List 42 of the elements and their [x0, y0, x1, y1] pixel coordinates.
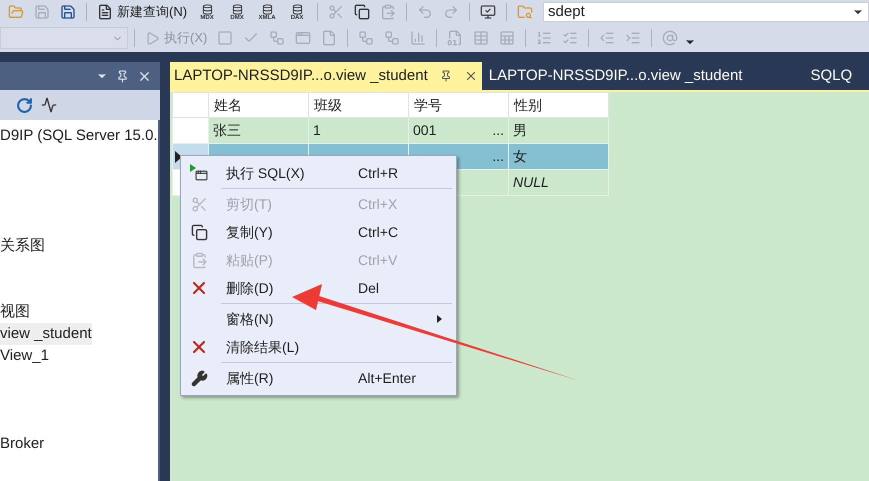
pin-icon[interactable] [116, 70, 129, 82]
wrench-icon [190, 370, 208, 386]
new-query-button[interactable]: 新建查询(N) [93, 1, 192, 23]
column-header[interactable]: 班级 [308, 92, 408, 118]
table-cell-text: 女 [513, 147, 527, 166]
ellipsis-button[interactable]: ... [492, 146, 504, 167]
grid-row[interactable]: 张三 1 001 ... 男 [172, 118, 608, 144]
run-window-icon [190, 164, 208, 182]
scissors-icon [190, 196, 208, 212]
menu-item[interactable]: 执行 SQL(X) Ctrl+R [181, 159, 456, 187]
document-tab[interactable]: LAPTOP-NRSSD9IP...o.view _student [170, 62, 482, 90]
menu-item[interactable]: 删除(D) Del [181, 274, 456, 302]
document-tab[interactable]: LAPTOP-NRSSD9IP...o.view _student [484, 62, 746, 90]
document-tab[interactable]: SQLQ [806, 62, 856, 90]
menu-item[interactable]: 清除结果(L) [181, 333, 456, 361]
refresh-icon[interactable] [16, 96, 33, 114]
activity-icon[interactable] [41, 97, 57, 113]
menu-item[interactable]: 属性(R) Alt+Enter [181, 364, 456, 392]
table-cell-text: 张三 [213, 121, 241, 140]
tree-item[interactable]: 关系图 [0, 234, 45, 258]
menu-item[interactable]: 窗格(N) [181, 305, 456, 333]
pin-icon[interactable] [440, 70, 452, 82]
clipboard-icon [190, 252, 208, 268]
column-header[interactable]: 性别 [508, 92, 608, 118]
submenu-arrow-icon [437, 315, 442, 323]
column-header[interactable]: 姓名 [208, 92, 308, 118]
play-icon [145, 30, 160, 46]
ellipsis-button[interactable]: ... [492, 120, 504, 141]
menu-item[interactable]: 复制(Y) Ctrl+C [181, 218, 456, 246]
document-icon [97, 4, 113, 20]
table-cell-text: NULL [513, 173, 549, 192]
tree-item[interactable]: D9IP (SQL Server 15.0. [0, 124, 158, 148]
copy-icon [190, 224, 208, 240]
database-select[interactable]: sdept [543, 2, 869, 22]
table-cell-text: 001 [413, 121, 436, 140]
tree-item[interactable]: 视图 [0, 300, 30, 324]
column-header[interactable]: 学号 [408, 92, 508, 118]
table-cell-text: 男 [513, 121, 527, 140]
table-cell-text: 1 [313, 121, 321, 140]
tree-item[interactable]: view _student [0, 322, 92, 346]
tree-item[interactable]: Broker [0, 432, 44, 456]
tree-item[interactable]: View_1 [0, 344, 49, 368]
